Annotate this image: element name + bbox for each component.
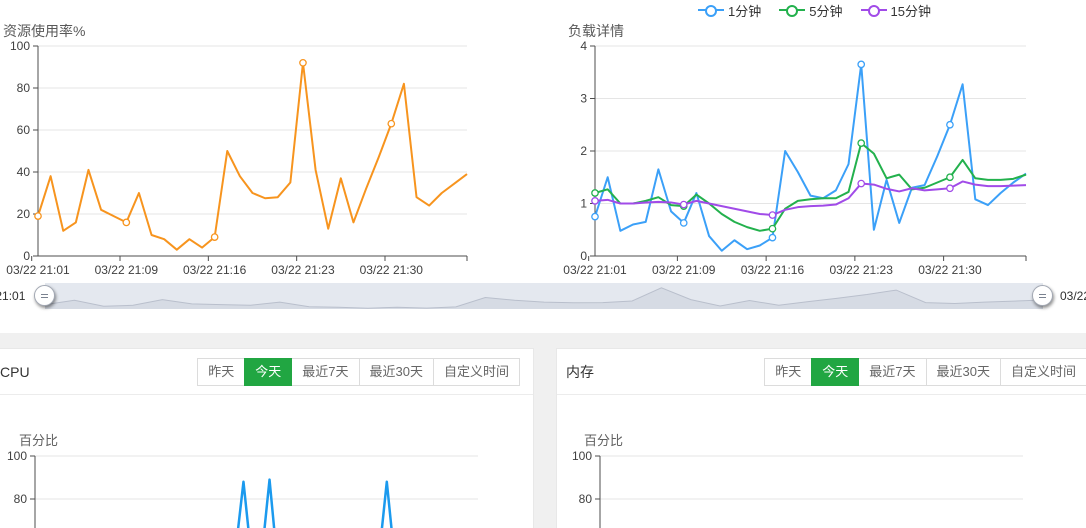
memory-panel-title: 内存 xyxy=(566,363,594,380)
memory-chart[interactable]: 80 100 xyxy=(556,418,1086,528)
cpu-range-button-7days[interactable]: 最近7天 xyxy=(291,357,360,386)
svg-text:03/22 21:23: 03/22 21:23 xyxy=(271,263,335,277)
cpu-range-button-yesterday[interactable]: 昨天 xyxy=(197,357,246,386)
svg-text:2: 2 xyxy=(580,144,587,158)
memory-range-button-30days[interactable]: 最近30天 xyxy=(925,357,1001,386)
slider-start-label: 03/22 21:01 xyxy=(0,289,26,303)
load-legend: 1分钟 5分钟 15分钟 xyxy=(543,1,1086,20)
svg-text:03/22 21:23: 03/22 21:23 xyxy=(830,263,894,277)
slider-data-shadow xyxy=(45,287,1043,309)
svg-text:1: 1 xyxy=(580,197,587,211)
svg-text:100: 100 xyxy=(572,449,592,463)
svg-text:03/22 21:16: 03/22 21:16 xyxy=(741,263,805,277)
legend-item-5min[interactable]: 5分钟 xyxy=(779,1,843,20)
legend-line-icon xyxy=(860,4,887,17)
svg-text:80: 80 xyxy=(17,81,31,95)
time-range-slider[interactable] xyxy=(45,283,1043,309)
cpu-range-buttons: 昨天 今天 最近7天 最近30天 自定义时间 xyxy=(197,357,520,386)
svg-text:03/22 21:01: 03/22 21:01 xyxy=(6,263,70,277)
svg-text:03/22 21:30: 03/22 21:30 xyxy=(918,263,982,277)
memory-range-button-yesterday[interactable]: 昨天 xyxy=(764,357,813,386)
svg-text:20: 20 xyxy=(17,207,31,221)
cpu-chart[interactable]: 80 100 xyxy=(0,418,534,528)
memory-range-buttons: 昨天 今天 最近7天 最近30天 自定义时间 xyxy=(764,357,1086,386)
svg-text:03/22 21:09: 03/22 21:09 xyxy=(652,263,716,277)
svg-text:60: 60 xyxy=(17,123,31,137)
cpu-range-button-today[interactable]: 今天 xyxy=(244,357,293,386)
slider-left-handle[interactable] xyxy=(34,285,55,306)
svg-text:100: 100 xyxy=(10,39,30,53)
svg-text:03/22 21:16: 03/22 21:16 xyxy=(183,263,247,277)
legend-line-icon xyxy=(779,4,806,17)
dashboard: 资源使用率% 0 20 40 60 80 100 03/22 21:01 03/22 21:0… xyxy=(0,0,1086,528)
memory-range-button-today[interactable]: 今天 xyxy=(811,357,860,386)
svg-text:40: 40 xyxy=(17,165,31,179)
memory-range-button-custom[interactable]: 自定义时间 xyxy=(999,357,1086,386)
load-detail-chart[interactable]: 0 1 2 3 4 03/22 21:01 03/22 21:09 03/22 21:16 03… xyxy=(543,0,1086,281)
svg-text:100: 100 xyxy=(7,449,27,463)
svg-text:03/22 21:30: 03/22 21:30 xyxy=(360,263,424,277)
cpu-panel-header: CPU 昨天 今天 最近7天 最近30天 自定义时间 xyxy=(0,349,533,395)
svg-text:80: 80 xyxy=(579,492,593,506)
resource-usage-chart[interactable]: 0 20 40 60 80 100 03/22 21:01 03/22 21:09 03/22 … xyxy=(0,0,543,281)
legend-label-5min: 5分钟 xyxy=(809,4,843,19)
slider-right-handle[interactable] xyxy=(1032,285,1053,306)
cpu-panel-title: CPU xyxy=(0,363,30,380)
svg-text:80: 80 xyxy=(14,492,28,506)
svg-text:0: 0 xyxy=(580,249,587,263)
slider-end-label: 03/22 21:35 xyxy=(1060,289,1086,303)
svg-text:03/22 21:01: 03/22 21:01 xyxy=(563,263,627,277)
svg-text:03/22 21:09: 03/22 21:09 xyxy=(95,263,159,277)
legend-line-icon xyxy=(698,4,725,17)
cpu-range-button-30days[interactable]: 最近30天 xyxy=(358,357,434,386)
memory-panel-header: 内存 昨天 今天 最近7天 最近30天 自定义时间 xyxy=(557,349,1086,395)
svg-text:4: 4 xyxy=(580,39,587,53)
legend-item-1min[interactable]: 1分钟 xyxy=(698,1,761,20)
cpu-range-button-custom[interactable]: 自定义时间 xyxy=(432,357,520,386)
memory-range-button-7days[interactable]: 最近7天 xyxy=(858,357,927,386)
svg-text:0: 0 xyxy=(23,249,30,263)
legend-item-15min[interactable]: 15分钟 xyxy=(860,1,931,20)
legend-label-15min: 15分钟 xyxy=(890,4,931,19)
legend-label-1min: 1分钟 xyxy=(728,4,762,19)
svg-text:3: 3 xyxy=(580,92,587,106)
